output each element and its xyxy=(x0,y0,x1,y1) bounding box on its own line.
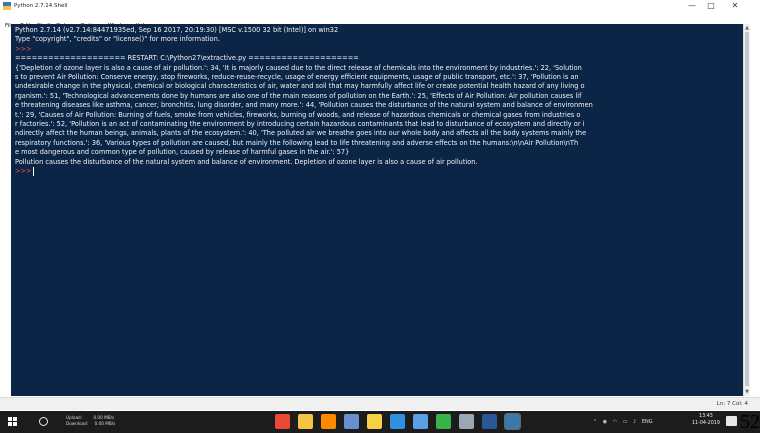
language-indicator[interactable]: ENG xyxy=(642,418,653,426)
download-value: 0.00 MB/s xyxy=(94,421,116,426)
security-icon[interactable]: ◉ xyxy=(603,418,607,426)
network-speed: Upload: 0.00 MB/s Download: 0.00 MB/s xyxy=(66,415,115,427)
scroll-down-icon[interactable]: ▼ xyxy=(744,389,750,395)
upload-label: Upload: xyxy=(66,415,83,420)
shell-line: s to prevent Air Pollution: Conserve ene… xyxy=(15,73,737,82)
shell-line: {'Depletion of ozone layer is also a cau… xyxy=(15,64,737,73)
minimize-button[interactable]: — xyxy=(683,0,701,12)
cortana-search-icon[interactable] xyxy=(39,417,48,426)
volume-icon[interactable]: ♪ xyxy=(633,418,636,426)
shell-line: Type "copyright", "credits" or "license(… xyxy=(15,35,737,44)
wifi-icon[interactable]: ◠ xyxy=(613,418,617,426)
shell-line-text: >>> xyxy=(15,167,32,175)
notes-icon[interactable] xyxy=(367,414,382,429)
shell-line-text: e most dangerous and common type of poll… xyxy=(15,148,350,157)
firefox-icon[interactable] xyxy=(321,414,336,429)
shell-output[interactable]: Python 2.7.14 (v2.7.14:84471935ed, Sep 1… xyxy=(11,24,743,396)
cursor-position: Ln: 7 Col: 4 xyxy=(716,401,748,407)
shell-line: t.': 29, 'Causes of Air Pollution: Burni… xyxy=(15,111,737,120)
shell-line: ==================== RESTART: C:\Python2… xyxy=(15,54,737,63)
shell-line: rganism.': 51, 'Technological advancemen… xyxy=(15,92,737,101)
shell-line: Python 2.7.14 (v2.7.14:84471935ed, Sep 1… xyxy=(15,26,737,35)
python-idle-icon[interactable] xyxy=(504,413,521,430)
shell-line: Pollution causes the disturbance of the … xyxy=(15,158,737,167)
status-bar: Ln: 7 Col: 4 xyxy=(0,397,760,410)
shell-line-text: >>> xyxy=(15,44,32,53)
clock-time: 13:43 xyxy=(699,414,713,419)
python-shell-window: Python 2.7.14 Shell — □ ✕ FileEditShellD… xyxy=(0,0,760,411)
scroll-up-icon[interactable]: ▲ xyxy=(744,25,750,31)
shell-line: respiratory functions.': 36, 'Various ty… xyxy=(15,139,737,148)
scrollbar-thumb[interactable] xyxy=(745,32,749,386)
upload-value: 0.00 MB/s xyxy=(93,415,115,420)
menu-bar: FileEditShellDebugOptionsWindowHelp xyxy=(0,12,760,29)
window-title: Python 2.7.14 Shell xyxy=(14,3,68,9)
shell-line-text: Pollution causes the disturbance of the … xyxy=(15,157,478,166)
system-tray: ⌃ ◉ ◠ ▭ ♪ ENG xyxy=(593,418,657,426)
overlay-number: 520 xyxy=(740,411,760,433)
clock-date: 11-04-2019 xyxy=(692,421,720,426)
shell-line-text: rganism.': 51, 'Technological advancemen… xyxy=(15,91,582,100)
taskbar: Upload: 0.00 MB/s Download: 0.00 MB/s ⌃ … xyxy=(0,411,760,433)
shell-line-text: e threatening diseases like asthma, canc… xyxy=(15,101,593,110)
shell-line-text: t.': 29, 'Causes of Air Pollution: Burni… xyxy=(15,110,581,119)
photos-icon[interactable] xyxy=(413,414,428,429)
word-icon[interactable] xyxy=(482,414,497,429)
chrome-icon[interactable] xyxy=(275,414,290,429)
shell-line-text: s to prevent Air Pollution: Conserve ene… xyxy=(15,73,579,81)
shell-line-text: {'Depletion of ozone layer is also a cau… xyxy=(15,63,582,72)
file-explorer-icon[interactable] xyxy=(298,414,313,429)
chevron-up-icon[interactable]: ⌃ xyxy=(593,418,597,426)
vertical-scrollbar[interactable]: ▲ ▼ xyxy=(743,24,750,396)
people-icon[interactable] xyxy=(344,414,359,429)
settings-icon[interactable] xyxy=(459,414,474,429)
shell-line-text: Python 2.7.14 (v2.7.14:84471935ed, Sep 1… xyxy=(15,26,339,34)
shell-line-text: ndirectly affect the human beings, anima… xyxy=(15,129,587,138)
shell-line-text: r factories.': 52, 'Pollution is an act … xyxy=(15,120,585,128)
shell-prompt: >>> xyxy=(15,45,737,54)
start-button[interactable] xyxy=(8,417,18,427)
maximize-button[interactable]: □ xyxy=(702,0,720,12)
notification-icon[interactable] xyxy=(726,416,737,426)
shell-line: e most dangerous and common type of poll… xyxy=(15,148,737,157)
music-icon[interactable] xyxy=(436,414,451,429)
shell-line-text: undesirable change in the physical, chem… xyxy=(15,82,585,91)
title-bar[interactable]: Python 2.7.14 Shell — □ ✕ xyxy=(0,0,760,12)
shell-prompt: >>> xyxy=(15,167,737,176)
text-cursor xyxy=(32,167,34,176)
store-icon[interactable] xyxy=(390,414,405,429)
close-button[interactable]: ✕ xyxy=(726,0,744,12)
python-app-icon xyxy=(3,2,11,10)
shell-line-text: ==================== RESTART: C:\Python2… xyxy=(15,54,359,63)
shell-line: e threatening diseases like asthma, canc… xyxy=(15,101,737,110)
shell-line: undesirable change in the physical, chem… xyxy=(15,82,737,91)
download-label: Download: xyxy=(66,421,89,426)
shell-line: r factories.': 52, 'Pollution is an act … xyxy=(15,120,737,129)
shell-line-text: respiratory functions.': 36, 'Various ty… xyxy=(15,138,579,147)
shell-line-text: Type "copyright", "credits" or "license(… xyxy=(15,35,220,44)
battery-icon[interactable]: ▭ xyxy=(623,418,628,426)
shell-line: ndirectly affect the human beings, anima… xyxy=(15,129,737,138)
clock[interactable]: 13:43 11-04-2019 xyxy=(692,413,720,427)
